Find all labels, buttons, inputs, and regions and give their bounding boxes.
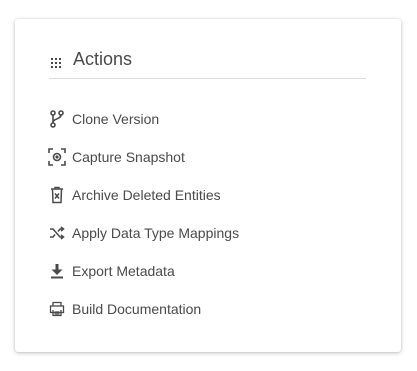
action-clone-version[interactable]: Clone Version — [48, 100, 239, 138]
actions-panel: Actions Clone Version Capture Snapshot A… — [15, 19, 401, 352]
action-apply-data-type-mappings[interactable]: Apply Data Type Mappings — [48, 214, 239, 252]
action-capture-snapshot[interactable]: Capture Snapshot — [48, 138, 239, 176]
printer-icon — [48, 300, 66, 318]
action-label: Build Documentation — [72, 301, 202, 317]
action-label: Export Metadata — [72, 263, 175, 279]
actions-list: Clone Version Capture Snapshot Archive D… — [48, 100, 239, 328]
action-build-documentation[interactable]: Build Documentation — [48, 290, 239, 328]
download-icon — [48, 262, 66, 280]
action-archive-deleted-entities[interactable]: Archive Deleted Entities — [48, 176, 239, 214]
branch-icon — [48, 110, 66, 128]
panel-title: Actions — [73, 48, 133, 69]
trash-archive-icon — [48, 186, 66, 204]
action-label: Clone Version — [72, 111, 160, 127]
action-label: Apply Data Type Mappings — [72, 225, 240, 241]
camera-capture-icon — [48, 148, 66, 166]
shuffle-icon — [48, 224, 66, 242]
action-label: Archive Deleted Entities — [72, 187, 221, 203]
panel-header: Actions — [49, 47, 366, 79]
action-export-metadata[interactable]: Export Metadata — [48, 252, 239, 290]
grid-dots-icon — [50, 56, 62, 68]
action-label: Capture Snapshot — [72, 149, 185, 165]
